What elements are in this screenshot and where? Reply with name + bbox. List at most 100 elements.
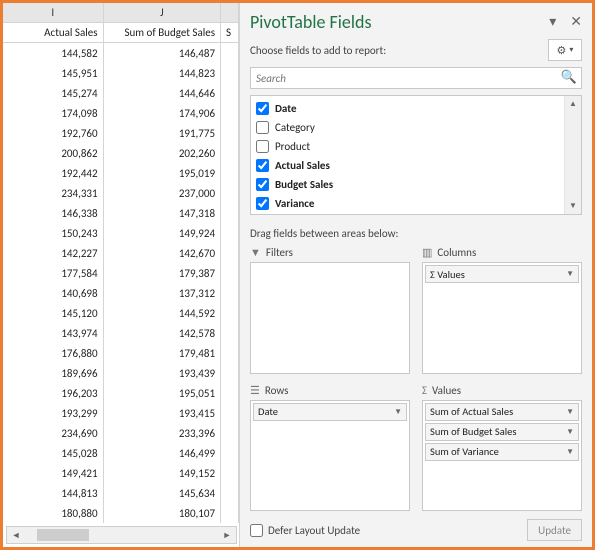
cell[interactable]: 237,000	[104, 183, 221, 203]
cell[interactable]: 149,421	[3, 463, 104, 483]
field-checkbox[interactable]	[256, 140, 269, 153]
cell[interactable]: 193,415	[104, 403, 221, 423]
cell[interactable]: 180,880	[3, 503, 104, 523]
update-button[interactable]: Update	[527, 519, 582, 541]
cell[interactable]: 142,227	[3, 243, 104, 263]
filters-area[interactable]: ▼Filters	[250, 246, 410, 374]
cell[interactable]: 147,318	[104, 203, 221, 223]
table-row[interactable]: 234,331237,000	[3, 183, 239, 203]
pane-menu-icon[interactable]: ▾	[549, 13, 556, 30]
horizontal-scrollbar[interactable]: ◄ ►	[6, 526, 237, 544]
table-row[interactable]: 145,120144,592	[3, 303, 239, 323]
table-row[interactable]: 143,974142,578	[3, 323, 239, 343]
cell[interactable]: 144,823	[104, 63, 221, 83]
cell[interactable]: 193,439	[104, 363, 221, 383]
table-row[interactable]: 193,299193,415	[3, 403, 239, 423]
table-row[interactable]: 234,690233,396	[3, 423, 239, 443]
col-header-i[interactable]: I	[3, 3, 104, 22]
field-checkbox[interactable]	[256, 178, 269, 191]
cell[interactable]: 195,051	[104, 383, 221, 403]
cell[interactable]: 146,499	[104, 443, 221, 463]
columns-drop-zone[interactable]: Σ Values▼	[422, 262, 582, 374]
table-row[interactable]: 176,880179,481	[3, 343, 239, 363]
rows-drop-zone[interactable]: Date▼	[250, 400, 410, 512]
field-item[interactable]: Variance	[251, 194, 564, 213]
scroll-up-icon[interactable]: ▲	[569, 96, 577, 112]
values-area[interactable]: ΣValues Sum of Actual Sales▼Sum of Budge…	[422, 384, 582, 512]
scroll-thumb[interactable]	[37, 529, 89, 541]
field-item[interactable]: Budget Sales	[251, 175, 564, 194]
cell[interactable]: 146,338	[3, 203, 104, 223]
cell[interactable]: 145,634	[104, 483, 221, 503]
area-field-chip[interactable]: Date▼	[253, 403, 407, 421]
table-row[interactable]: 200,862202,260	[3, 143, 239, 163]
table-row[interactable]: 145,951144,823	[3, 63, 239, 83]
cell[interactable]: 145,028	[3, 443, 104, 463]
field-checkbox[interactable]	[256, 121, 269, 134]
cell[interactable]: 145,951	[3, 63, 104, 83]
field-checkbox[interactable]	[256, 159, 269, 172]
cell[interactable]: 144,592	[104, 303, 221, 323]
filters-drop-zone[interactable]	[250, 262, 410, 374]
cell[interactable]: 200,862	[3, 143, 104, 163]
cell[interactable]: 145,120	[3, 303, 104, 323]
cell[interactable]: 149,924	[104, 223, 221, 243]
field-checkbox[interactable]	[256, 102, 269, 115]
cell[interactable]: 179,481	[104, 343, 221, 363]
field-checkbox[interactable]	[256, 197, 269, 210]
area-field-chip[interactable]: Sum of Actual Sales▼	[425, 403, 579, 421]
table-row[interactable]: 145,274144,646	[3, 83, 239, 103]
table-row[interactable]: 144,582146,487	[3, 43, 239, 63]
cell[interactable]: 149,152	[104, 463, 221, 483]
scroll-right-icon[interactable]: ►	[218, 527, 236, 543]
cell[interactable]: 202,260	[104, 143, 221, 163]
table-row[interactable]: 189,696193,439	[3, 363, 239, 383]
tools-dropdown[interactable]: ⚙▾	[548, 39, 582, 61]
table-row[interactable]: 192,442195,019	[3, 163, 239, 183]
cell[interactable]: 146,487	[104, 43, 221, 63]
area-field-chip[interactable]: Sum of Variance▼	[425, 443, 579, 461]
table-row[interactable]: 142,227142,670	[3, 243, 239, 263]
cell[interactable]: 234,331	[3, 183, 104, 203]
cell[interactable]: 144,813	[3, 483, 104, 503]
table-row[interactable]: 140,698137,312	[3, 283, 239, 303]
cell[interactable]: 174,906	[104, 103, 221, 123]
cell[interactable]: 177,584	[3, 263, 104, 283]
table-row[interactable]: 174,098174,906	[3, 103, 239, 123]
chevron-down-icon[interactable]: ▼	[566, 269, 574, 279]
table-row[interactable]: 144,813145,634	[3, 483, 239, 503]
cell[interactable]: 233,396	[104, 423, 221, 443]
cell[interactable]: 195,019	[104, 163, 221, 183]
cell[interactable]: 174,098	[3, 103, 104, 123]
cell[interactable]: 150,243	[3, 223, 104, 243]
field-header-budget[interactable]: Sum of Budget Sales	[104, 23, 221, 42]
worksheet-grid[interactable]: I J Actual Sales Sum of Budget Sales S 1…	[3, 3, 240, 547]
table-row[interactable]: 192,760191,775	[3, 123, 239, 143]
cell[interactable]: 192,760	[3, 123, 104, 143]
cell[interactable]: 180,107	[104, 503, 221, 523]
cell[interactable]: 191,775	[104, 123, 221, 143]
field-item[interactable]: Actual Sales	[251, 156, 564, 175]
chevron-down-icon[interactable]: ▼	[394, 407, 402, 417]
table-row[interactable]: 145,028146,499	[3, 443, 239, 463]
cell[interactable]: 143,974	[3, 323, 104, 343]
pane-close-icon[interactable]: ✕	[570, 13, 582, 30]
cell[interactable]: 144,582	[3, 43, 104, 63]
cell[interactable]: 179,387	[104, 263, 221, 283]
search-box[interactable]: 🔍	[250, 67, 582, 89]
fieldlist-scrollbar[interactable]: ▲ ▼	[564, 96, 581, 214]
cell[interactable]: 189,696	[3, 363, 104, 383]
cell[interactable]: 193,299	[3, 403, 104, 423]
values-drop-zone[interactable]: Sum of Actual Sales▼ Sum of Budget Sales▼…	[422, 400, 582, 512]
field-item[interactable]: Category	[251, 118, 564, 137]
defer-layout-checkbox[interactable]: Defer Layout Update	[250, 524, 360, 537]
field-header-actual[interactable]: Actual Sales	[3, 23, 104, 42]
cell[interactable]: 192,442	[3, 163, 104, 183]
area-field-chip[interactable]: Sum of Budget Sales▼	[425, 423, 579, 441]
cell[interactable]: 142,578	[104, 323, 221, 343]
cell[interactable]: 140,698	[3, 283, 104, 303]
scroll-down-icon[interactable]: ▼	[569, 198, 577, 214]
table-row[interactable]: 146,338147,318	[3, 203, 239, 223]
field-item[interactable]: Date	[251, 99, 564, 118]
cell[interactable]: 196,203	[3, 383, 104, 403]
